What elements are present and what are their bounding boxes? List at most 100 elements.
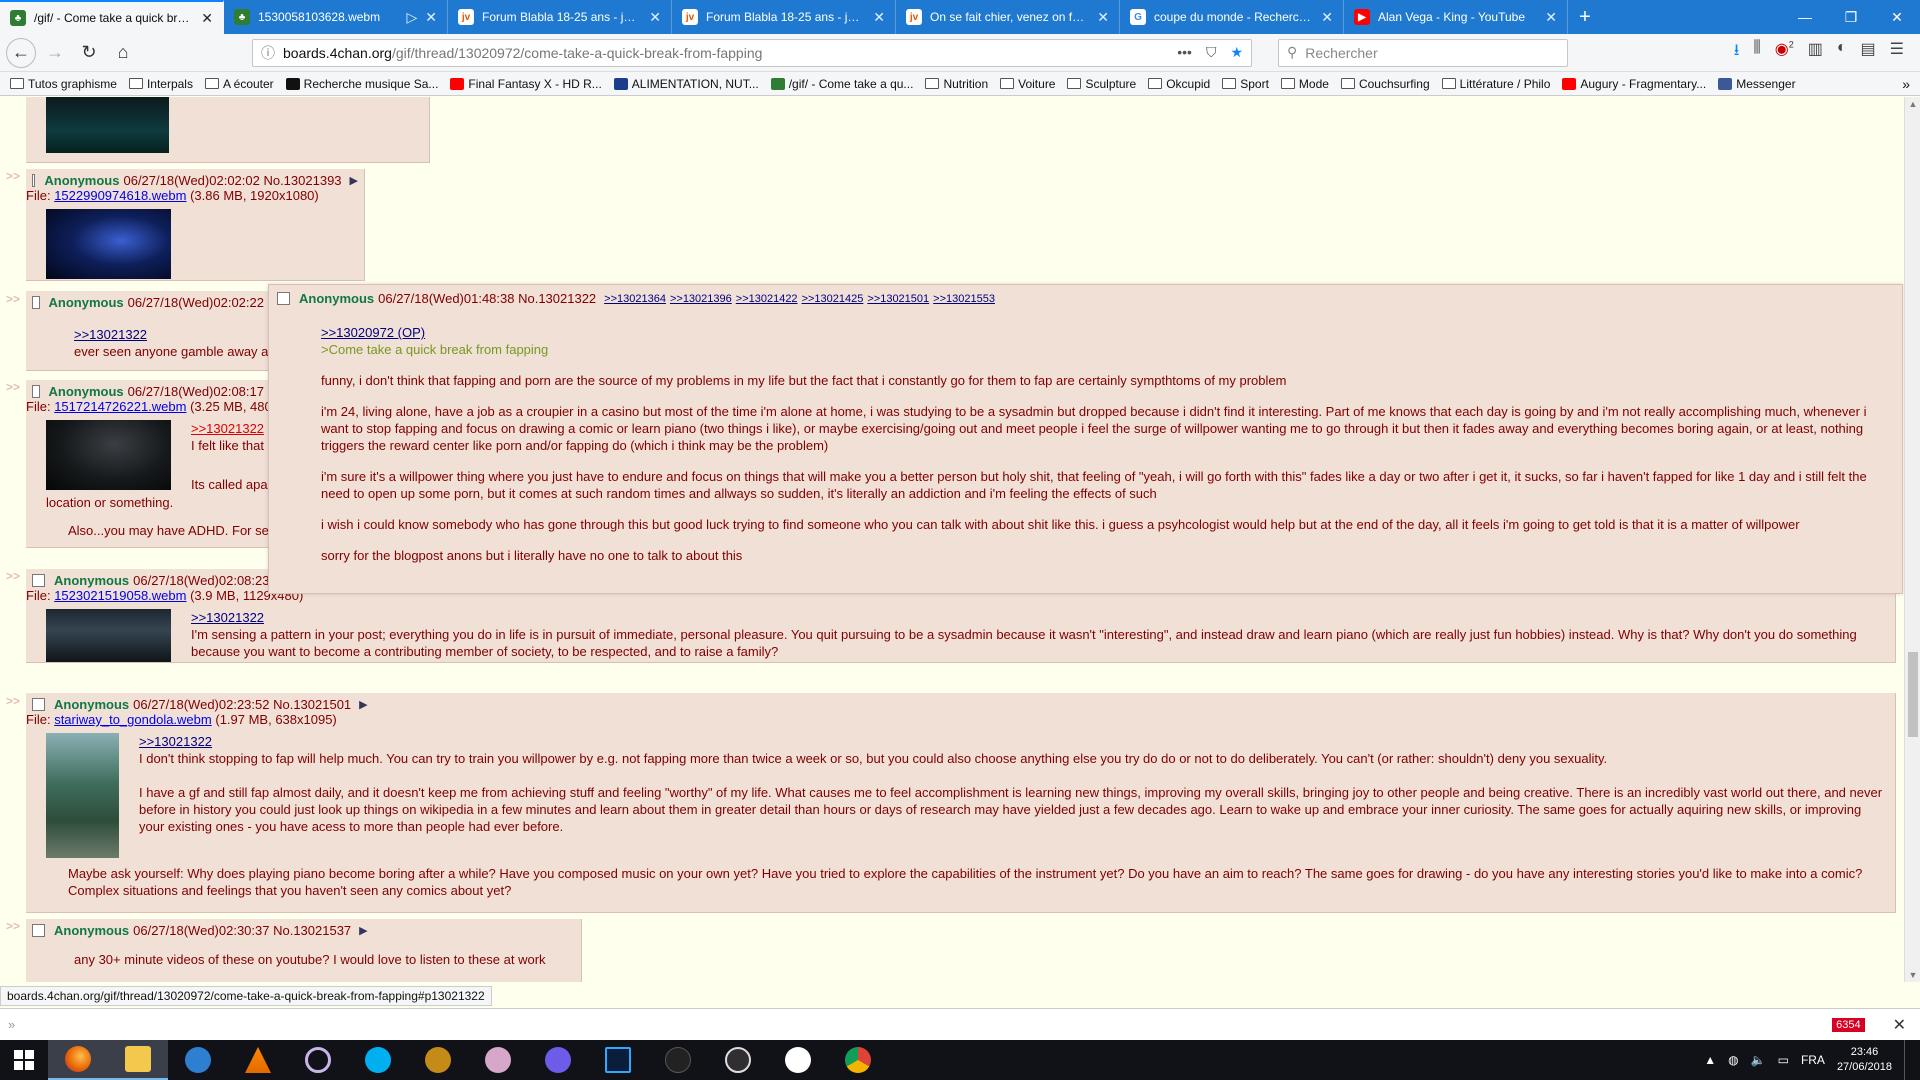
paint-icon[interactable]	[468, 1040, 528, 1080]
bookmark-item[interactable]: Augury - Fragmentary...	[1562, 77, 1706, 91]
backlink[interactable]: >>13021422	[736, 293, 798, 305]
close-tab-icon[interactable]: ✕	[649, 9, 661, 26]
quote-link[interactable]: >>13021322	[191, 609, 1881, 626]
bookmark-item[interactable]: Voiture	[1000, 77, 1055, 91]
quote-link[interactable]: >>13021322	[139, 733, 1884, 750]
tree-app-icon[interactable]	[648, 1040, 708, 1080]
library-icon[interactable]: ⫼	[1753, 39, 1760, 66]
pocket-icon[interactable]: ⛉	[1206, 44, 1217, 61]
search-input[interactable]: Rechercher	[1305, 45, 1377, 61]
post-menu-icon[interactable]: ▶	[359, 698, 367, 711]
home-button[interactable]: ⌂	[108, 38, 138, 68]
quote-link[interactable]: >>13021322	[74, 326, 264, 343]
forward-button[interactable]: →	[40, 38, 70, 68]
display-icon[interactable]: ▭	[1778, 1053, 1789, 1067]
post-checkbox[interactable]	[32, 296, 40, 309]
search-bar[interactable]: ⚲ Rechercher	[1278, 38, 1568, 67]
post-checkbox[interactable]	[32, 574, 45, 587]
download-icon[interactable]: ⭳	[1734, 39, 1740, 66]
url-bar[interactable]: ⓘ boards.4chan.org/gif/thread/13020972/c…	[252, 38, 1252, 67]
clock[interactable]: 23:46 27/06/2018	[1837, 1045, 1892, 1075]
info-icon[interactable]: ⓘ	[261, 43, 275, 63]
file-explorer-icon[interactable]	[108, 1040, 168, 1080]
tab-youtube[interactable]: ▶ Alan Vega - King - YouTube ✕	[1344, 0, 1568, 34]
post-checkbox[interactable]	[32, 385, 40, 398]
game-icon[interactable]	[408, 1040, 468, 1080]
tab-webm[interactable]: ♣ 1530058103628.webm ▷ ✕	[224, 0, 448, 34]
bookmark-item[interactable]: Messenger	[1718, 77, 1796, 91]
thumbnail-image[interactable]	[46, 733, 119, 858]
close-tab-icon[interactable]: ✕	[1321, 9, 1333, 26]
language-indicator[interactable]: FRA	[1801, 1053, 1825, 1067]
reload-button[interactable]: ↻	[74, 38, 104, 68]
post-checkbox[interactable]	[32, 698, 45, 711]
post-checkbox[interactable]	[32, 924, 45, 937]
thumbnail-image[interactable]	[46, 97, 169, 153]
post-menu-icon[interactable]: ▶	[359, 924, 367, 937]
chrome-icon[interactable]	[828, 1040, 888, 1080]
photoshop-icon[interactable]	[588, 1040, 648, 1080]
new-tab-button[interactable]: +	[1568, 0, 1602, 34]
extension-icon[interactable]: ◐	[1837, 39, 1847, 66]
bookmark-item[interactable]: A écouter	[204, 77, 274, 91]
close-icon[interactable]: ✕	[1893, 1015, 1906, 1035]
bird-app-icon[interactable]	[528, 1040, 588, 1080]
scroll-up-icon[interactable]: ▲	[1905, 99, 1920, 109]
photo-app-icon[interactable]	[288, 1040, 348, 1080]
op-link[interactable]: >>13020972 (OP)	[321, 324, 1894, 341]
vlc-icon[interactable]	[228, 1040, 288, 1080]
obs-icon[interactable]	[708, 1040, 768, 1080]
show-desktop-button[interactable]	[1904, 1040, 1910, 1080]
bookmark-item[interactable]: Okcupid	[1148, 77, 1210, 91]
bookmark-item[interactable]: Couchsurfing	[1340, 77, 1430, 91]
tab-gif-thread[interactable]: ♣ /gif/ - Come take a quick break fr ✕	[0, 0, 224, 34]
file-link[interactable]: 1522990974618.webm	[54, 188, 186, 203]
minimize-icon[interactable]: —	[1782, 0, 1828, 34]
play-icon[interactable]: ▷	[406, 9, 417, 26]
page-scrollbar[interactable]: ▲ ▼	[1904, 97, 1920, 982]
post-menu-icon[interactable]: ▶	[350, 174, 358, 187]
scroll-thumb[interactable]	[1908, 652, 1918, 737]
post-checkbox[interactable]	[32, 174, 36, 187]
bookmark-item[interactable]: ALIMENTATION, NUT...	[613, 77, 759, 91]
bookmark-item[interactable]: Final Fantasy X - HD R...	[450, 77, 602, 91]
close-tab-icon[interactable]: ✕	[873, 9, 885, 26]
bookmark-star-icon[interactable]: ★	[1230, 44, 1243, 61]
bookmark-item[interactable]: Sculpture	[1067, 77, 1136, 91]
tab-forum-1[interactable]: jv Forum Blabla 18-25 ans - jeuxvideo ✕	[448, 0, 672, 34]
tab-forum-2[interactable]: jv Forum Blabla 18-25 ans - jeuxvideo ✕	[672, 0, 896, 34]
maximize-icon[interactable]: ❐	[1828, 0, 1874, 34]
chevron-up-icon[interactable]: ▲	[1704, 1053, 1716, 1067]
back-button[interactable]: ←	[6, 37, 36, 68]
thumbnail-image[interactable]	[46, 420, 171, 490]
close-tab-icon[interactable]: ✕	[1545, 9, 1557, 26]
quote-link[interactable]: >>13021322	[191, 420, 264, 437]
thunderbird-icon[interactable]	[168, 1040, 228, 1080]
adblock-icon[interactable]: ◉2	[1775, 39, 1794, 66]
file-link[interactable]: stariway_to_gondola.webm	[54, 712, 212, 727]
sidebar-icon[interactable]: ▥	[1808, 39, 1823, 66]
bookmark-item[interactable]: /gif/ - Come take a qu...	[770, 77, 913, 91]
close-tab-icon[interactable]: ✕	[425, 9, 437, 26]
crown-app-icon[interactable]	[768, 1040, 828, 1080]
bookmark-item[interactable]: Recherche musique Sa...	[285, 77, 438, 91]
tab-forum-3[interactable]: jv On se fait chier, venez on fait un ✕	[896, 0, 1120, 34]
start-button[interactable]	[0, 1040, 48, 1080]
backlink[interactable]: >>13021553	[933, 293, 995, 305]
backlink[interactable]: >>13021396	[670, 293, 732, 305]
containers-icon[interactable]: ▤	[1861, 39, 1876, 66]
tab-google[interactable]: G coupe du monde - Recherche Google ✕	[1120, 0, 1344, 34]
close-tab-icon[interactable]: ✕	[201, 10, 213, 27]
bookmark-item[interactable]: Littérature / Philo	[1441, 77, 1550, 91]
bookmark-item[interactable]: Tutos graphisme	[10, 77, 117, 91]
scroll-down-icon[interactable]: ▼	[1905, 970, 1920, 980]
skype-icon[interactable]	[348, 1040, 408, 1080]
close-window-icon[interactable]: ✕	[1874, 0, 1920, 34]
backlink[interactable]: >>13021501	[867, 293, 929, 305]
backlink[interactable]: >>13021364	[604, 293, 666, 305]
backlink[interactable]: >>13021425	[802, 293, 864, 305]
firefox-icon[interactable]	[48, 1040, 108, 1080]
file-link[interactable]: 1523021519058.webm	[54, 588, 186, 603]
volume-icon[interactable]: 🔈	[1751, 1053, 1766, 1067]
post-checkbox[interactable]	[277, 292, 290, 305]
